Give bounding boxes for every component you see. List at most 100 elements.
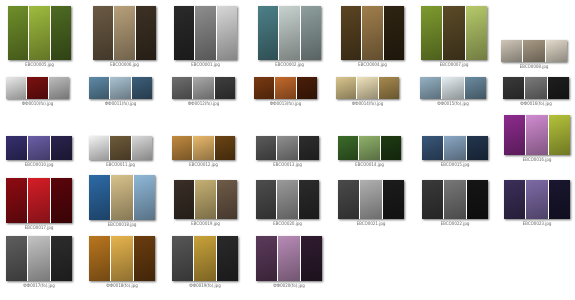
file-item[interactable]: ЕВСО0016.jpg — [504, 115, 570, 163]
image-thumbnail[interactable] — [6, 136, 72, 160]
file-item[interactable]: ЕВСО0005.jpg — [8, 6, 71, 68]
file-item[interactable]: ФФ0013(fo).jpg — [254, 77, 317, 107]
thumbnail-panel — [48, 77, 69, 99]
file-item[interactable]: ЕВСО0020.jpg — [256, 180, 319, 227]
image-thumbnail[interactable] — [254, 77, 317, 99]
thumbnail-panel — [93, 6, 114, 60]
file-name-label: ФФ0011(fo).jpg — [104, 101, 137, 106]
image-thumbnail[interactable] — [338, 180, 404, 219]
thumbnail-panel — [194, 236, 216, 281]
file-item[interactable]: ФФ0011(fo).jpg — [89, 77, 152, 107]
image-thumbnail[interactable] — [336, 77, 399, 99]
thumbnail-panel — [28, 178, 50, 223]
image-thumbnail[interactable] — [8, 6, 71, 60]
thumbnail-panel — [110, 136, 131, 160]
thumbnail-panel — [359, 136, 380, 160]
file-item[interactable]: ФФ0010(fo).jpg — [6, 77, 69, 107]
thumbnail-panel — [174, 180, 195, 219]
image-thumbnail[interactable] — [174, 6, 237, 60]
image-thumbnail[interactable] — [6, 77, 69, 99]
image-thumbnail[interactable] — [172, 77, 235, 99]
file-item[interactable]: ЕВСО0021.jpg — [338, 180, 404, 227]
image-thumbnail[interactable] — [6, 236, 72, 281]
image-thumbnail[interactable] — [172, 236, 238, 281]
file-item[interactable]: ЕВСО0012.jpg — [172, 136, 235, 168]
thumbnail-panel — [195, 180, 216, 219]
image-thumbnail[interactable] — [421, 6, 487, 60]
thumbnail-panel — [338, 180, 360, 219]
file-item[interactable]: ФФ0015(fo).jpg — [420, 77, 486, 107]
image-thumbnail[interactable] — [341, 6, 404, 60]
thumbnail-panel — [172, 136, 193, 160]
thumbnail-panel — [111, 236, 133, 281]
image-thumbnail[interactable] — [89, 136, 152, 160]
file-item[interactable]: ЕВСО0006.jpg — [93, 6, 156, 68]
image-thumbnail[interactable] — [504, 180, 570, 219]
thumbnail-panel — [466, 180, 488, 219]
image-thumbnail[interactable] — [501, 40, 567, 62]
thumbnail-panel — [523, 40, 545, 62]
file-item[interactable]: ЕВСО0015.jpg — [422, 136, 488, 168]
file-item[interactable]: ФФ0012(fo).jpg — [172, 77, 235, 107]
image-thumbnail[interactable] — [256, 136, 319, 160]
thumbnail-panel — [526, 115, 548, 155]
thumbnail-panel — [357, 77, 378, 99]
thumbnail-panel — [466, 136, 488, 160]
image-thumbnail[interactable] — [256, 236, 322, 281]
file-item[interactable]: ЕВСО0002.jpg — [258, 6, 321, 68]
file-name-label: ЕВСО0020.jpg — [273, 221, 302, 226]
image-thumbnail[interactable] — [6, 178, 72, 223]
file-item[interactable]: ФФ0016(fo).jpg — [503, 77, 569, 107]
thumbnail-panel — [503, 77, 525, 99]
file-name-label: ЕВСО0021.jpg — [356, 221, 386, 226]
file-item[interactable]: ЕВСО0018.jpg — [89, 175, 155, 228]
file-name-label: ЕВСО0017.jpg — [24, 225, 54, 230]
image-thumbnail[interactable] — [89, 236, 155, 281]
file-name-label: ФФ0017(fo).jpg — [23, 283, 55, 288]
image-thumbnail[interactable] — [256, 180, 319, 219]
image-thumbnail[interactable] — [420, 77, 486, 99]
file-item[interactable]: ФФ0018(fo).jpg — [89, 236, 155, 289]
thumbnail-panel — [8, 6, 29, 60]
thumbnail-panel — [420, 77, 442, 99]
file-name-label: ФФ0010(fo).jpg — [21, 101, 54, 106]
image-thumbnail[interactable] — [503, 77, 569, 99]
file-item[interactable]: ЕВСО0014.jpg — [338, 136, 401, 168]
image-thumbnail[interactable] — [93, 6, 156, 60]
file-name-label: ФФ0013(fo).jpg — [269, 101, 302, 106]
file-item[interactable]: ЕВСО0022.jpg — [422, 180, 488, 227]
file-item[interactable]: ЕВСО0008.jpg — [501, 40, 567, 70]
image-thumbnail[interactable] — [338, 136, 401, 160]
file-item[interactable]: ЕВСО0017.jpg — [6, 178, 72, 231]
file-item[interactable]: ЕВСО0023.jpg — [504, 180, 570, 227]
file-item[interactable]: ЕВСО0010.jpg — [6, 136, 72, 168]
file-item[interactable]: ЕВСО0019.jpg — [174, 180, 237, 227]
file-item[interactable]: ЕВСО0001.jpg — [174, 6, 237, 68]
thumbnail-panel — [89, 136, 110, 160]
file-item[interactable]: ЕВСО0011.jpg — [89, 136, 152, 168]
file-item[interactable]: ФФ0017(fo).jpg — [6, 236, 72, 289]
thumbnail-panel — [258, 6, 279, 60]
image-thumbnail[interactable] — [422, 180, 488, 219]
thumbnail-panel — [195, 6, 216, 60]
image-thumbnail[interactable] — [89, 175, 155, 220]
thumbnail-panel — [275, 77, 296, 99]
file-item[interactable]: ЕВСО0004.jpg — [341, 6, 404, 68]
file-item[interactable]: ФФ0014(fo).jpg — [336, 77, 399, 107]
image-thumbnail[interactable] — [89, 77, 152, 99]
image-thumbnail[interactable] — [422, 136, 488, 160]
thumbnail-panel — [277, 136, 298, 160]
image-thumbnail[interactable] — [504, 115, 570, 155]
image-thumbnail[interactable] — [174, 180, 237, 219]
image-thumbnail[interactable] — [172, 136, 235, 160]
file-name-label: ЕВСО0010.jpg — [24, 162, 54, 167]
image-thumbnail[interactable] — [258, 6, 321, 60]
thumbnail-panel — [28, 236, 50, 281]
thumbnail-panel — [360, 180, 382, 219]
file-item[interactable]: ЕВСО0013.jpg — [256, 136, 319, 168]
file-item[interactable]: ФФ0019(fo).jpg — [172, 236, 238, 289]
thumbnail-panel — [89, 236, 111, 281]
thumbnail-panel — [504, 180, 526, 219]
file-item[interactable]: ФФ0020(fo).jpg — [256, 236, 322, 289]
file-item[interactable]: ЕВСО0007.jpg — [421, 6, 487, 68]
